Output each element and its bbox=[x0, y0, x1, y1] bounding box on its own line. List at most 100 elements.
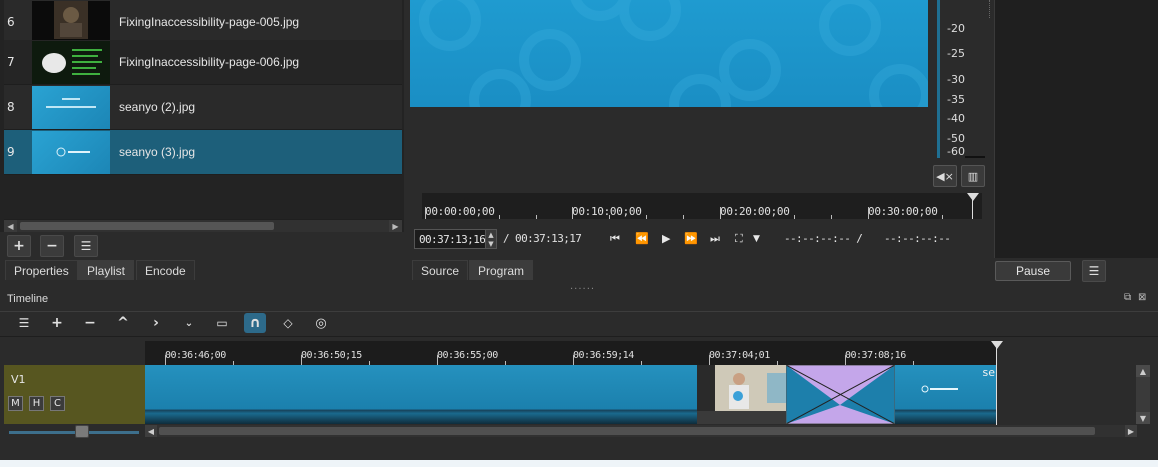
jobs-panel bbox=[994, 0, 1158, 258]
chevron-down-icon[interactable]: ⌄ bbox=[178, 313, 200, 333]
play-icon[interactable]: ▶ bbox=[662, 232, 670, 245]
remove-button[interactable]: − bbox=[40, 235, 64, 257]
tab-playlist[interactable]: Playlist bbox=[78, 260, 135, 280]
clip-label: se bbox=[982, 366, 996, 379]
composite-track-button[interactable]: C bbox=[50, 396, 65, 411]
ruler-label: 00:37:08;16 bbox=[845, 350, 906, 361]
scroll-left-icon[interactable]: ◀ bbox=[145, 425, 157, 437]
tab-program[interactable]: Program bbox=[469, 260, 534, 280]
thumbnail bbox=[32, 40, 110, 84]
meter-settings-button[interactable]: ▥ bbox=[961, 165, 985, 187]
ruler-label: 00:36:59;14 bbox=[573, 350, 634, 361]
meter-scale-label: -60 bbox=[947, 145, 965, 158]
chevron-down-icon[interactable]: ▼ bbox=[488, 240, 493, 248]
add-button[interactable]: + bbox=[7, 235, 31, 257]
playhead[interactable] bbox=[967, 193, 979, 201]
meter-scale-label: -20 bbox=[947, 22, 965, 35]
playlist-row[interactable]: 8 seanyo (2).jpg bbox=[4, 85, 402, 130]
viewer-timeline-ruler[interactable]: 00:00:00;00 00:10:00;00 00:20:00;00 00:3… bbox=[422, 193, 982, 219]
desktop-background bbox=[0, 460, 1158, 467]
fast-forward-icon[interactable]: ⏩ bbox=[684, 232, 698, 245]
row-number: 6 bbox=[7, 15, 15, 29]
pause-button[interactable]: Pause bbox=[995, 261, 1071, 281]
timeline-vertical-scrollbar[interactable]: ▲ ▼ bbox=[1136, 365, 1150, 424]
thumbnail bbox=[32, 130, 110, 174]
meter-scale-label: -30 bbox=[947, 73, 965, 86]
file-name: FixingInaccessibility-page-005.jpg bbox=[119, 15, 300, 29]
hide-track-button[interactable]: H bbox=[29, 396, 44, 411]
playhead-line bbox=[996, 345, 997, 425]
timeline-clip[interactable] bbox=[145, 365, 697, 424]
mute-track-button[interactable]: M bbox=[8, 396, 23, 411]
row-number: 9 bbox=[7, 145, 15, 159]
file-name: FixingInaccessibility-page-006.jpg bbox=[119, 55, 300, 69]
playlist-panel: 6 FixingInaccessibility-page-005.jpg 7 F… bbox=[0, 0, 404, 232]
append-icon[interactable]: + bbox=[46, 313, 68, 333]
ripple-delete-icon[interactable]: − bbox=[79, 313, 101, 333]
tab-source[interactable]: Source bbox=[412, 260, 469, 280]
track-name: V1 bbox=[11, 373, 26, 386]
zoom-slider-handle[interactable] bbox=[75, 425, 89, 438]
file-name: seanyo (2).jpg bbox=[119, 100, 196, 114]
timeline-ruler[interactable]: 00:36:46;00 00:36:50;15 00:36:55;00 00:3… bbox=[145, 341, 1003, 365]
zoom-fit-icon[interactable]: ⛶ bbox=[735, 232, 743, 246]
timecode-spinner[interactable]: ▲ ▼ bbox=[485, 229, 497, 249]
row-number: 7 bbox=[7, 55, 15, 69]
scrollbar-thumb[interactable] bbox=[20, 222, 274, 230]
ripple-icon[interactable]: ◎ bbox=[310, 313, 332, 333]
splitter-handle[interactable] bbox=[989, 0, 993, 18]
bar-graph-icon: ▥ bbox=[967, 169, 979, 183]
skip-to-next-icon[interactable]: ⏭ bbox=[710, 232, 720, 246]
ruler-label: 00:36:55;00 bbox=[437, 350, 498, 361]
audio-meter-bar bbox=[937, 0, 940, 158]
mute-button[interactable]: ◀× bbox=[933, 165, 957, 187]
tab-encode[interactable]: Encode bbox=[136, 260, 195, 280]
timeline-clip-photo[interactable] bbox=[697, 365, 786, 424]
timeline-horizontal-scrollbar[interactable]: ◀ ▶ bbox=[145, 425, 1137, 437]
lift-icon[interactable]: ^ bbox=[112, 313, 134, 333]
scroll-left-icon[interactable]: ◀ bbox=[4, 220, 17, 232]
thumbnail bbox=[32, 0, 110, 44]
skip-to-previous-icon[interactable]: ⏮ bbox=[610, 232, 620, 246]
float-icon[interactable]: ⧉ bbox=[1124, 292, 1131, 303]
playlist-row-selected[interactable]: 9 seanyo (3).jpg bbox=[4, 130, 402, 175]
overwrite-icon[interactable]: › bbox=[145, 313, 167, 333]
menu-icon: ☰ bbox=[1088, 264, 1100, 278]
scroll-up-icon[interactable]: ▲ bbox=[1136, 365, 1150, 377]
split-icon[interactable]: ▭ bbox=[211, 313, 233, 333]
scrollbar-thumb[interactable] bbox=[159, 427, 1095, 435]
scroll-down-icon[interactable]: ▼ bbox=[1136, 412, 1150, 424]
row-number: 8 bbox=[7, 100, 15, 114]
speaker-mute-icon: ◀× bbox=[936, 169, 954, 183]
ruler-label: 00:36:46;00 bbox=[165, 350, 226, 361]
playlist-row[interactable]: 7 FixingInaccessibility-page-006.jpg bbox=[4, 40, 402, 85]
timeline-title: Timeline bbox=[7, 293, 49, 305]
ruler-label: 00:37:04;01 bbox=[709, 350, 770, 361]
timeline-playhead[interactable] bbox=[991, 341, 1003, 349]
meter-scale-label: -25 bbox=[947, 47, 965, 60]
timeline-clip[interactable]: se bbox=[895, 365, 996, 424]
ruler-label: 00:30:00;00 bbox=[868, 205, 938, 218]
scroll-right-icon[interactable]: ▶ bbox=[1125, 425, 1137, 437]
zoom-slider[interactable] bbox=[9, 431, 139, 434]
close-icon[interactable]: ⊠ bbox=[1138, 292, 1146, 303]
chevron-up-icon[interactable]: ▲ bbox=[488, 231, 493, 239]
chevron-down-icon[interactable]: ▼ bbox=[753, 234, 760, 244]
playlist-menu-button[interactable]: ☰ bbox=[74, 235, 98, 257]
playlist-row[interactable]: 6 FixingInaccessibility-page-005.jpg bbox=[4, 0, 402, 45]
timecode-input[interactable]: 00:37:13;16 bbox=[414, 229, 486, 249]
tab-properties[interactable]: Properties bbox=[5, 260, 78, 280]
transition-clip[interactable] bbox=[786, 365, 895, 424]
snap-magnet-icon[interactable]: ∩ bbox=[244, 313, 266, 333]
video-viewer bbox=[406, 0, 992, 190]
playlist-horizontal-scrollbar[interactable]: ◀ ▶ bbox=[4, 219, 402, 232]
scroll-right-icon[interactable]: ▶ bbox=[389, 220, 402, 232]
rewind-icon[interactable]: ⏪ bbox=[635, 232, 649, 245]
ruler-label: 00:10:00;00 bbox=[572, 205, 642, 218]
in-point-label: --:--:--:-- / bbox=[784, 232, 863, 245]
meter-scale-label: -35 bbox=[947, 93, 965, 106]
jobs-menu-button[interactable]: ☰ bbox=[1082, 260, 1106, 282]
scrub-icon[interactable]: ◇ bbox=[277, 313, 299, 333]
timeline-menu-icon[interactable]: ☰ bbox=[13, 313, 35, 333]
meter-scale-label: -40 bbox=[947, 112, 965, 125]
